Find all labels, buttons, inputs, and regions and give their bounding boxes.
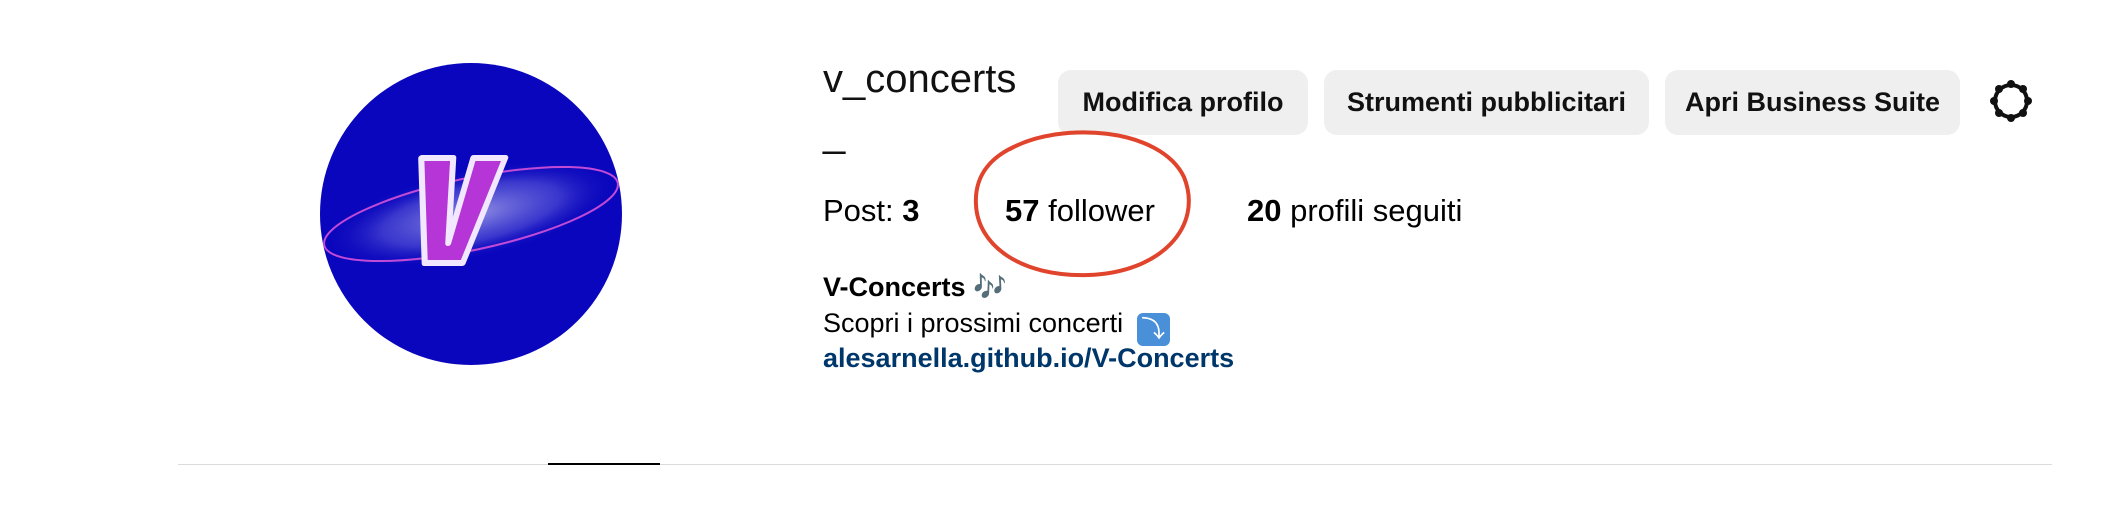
profile-avatar[interactable] xyxy=(320,63,622,365)
tabs-divider xyxy=(178,464,2052,465)
following-label: profili seguiti xyxy=(1290,193,1463,228)
ad-tools-button[interactable]: Strumenti pubblicitari xyxy=(1324,70,1649,135)
edit-profile-button[interactable]: Modifica profilo xyxy=(1058,70,1308,135)
following-link[interactable]: 20 profili seguiti xyxy=(1247,191,1462,231)
following-value: 20 xyxy=(1247,193,1282,228)
posts-value: 3 xyxy=(902,193,920,228)
posts-count: Post: 3 xyxy=(823,191,920,231)
bio-link[interactable]: alesarnella.github.io/V-Concerts xyxy=(823,340,1234,376)
gear-icon[interactable] xyxy=(1988,78,2034,124)
v-logo-icon xyxy=(323,155,619,268)
active-tab-indicator xyxy=(548,463,660,465)
highlight-circle-annotation xyxy=(973,130,1191,278)
posts-label: Post: xyxy=(823,193,894,228)
bio-name: V-Concerts 🎶 xyxy=(823,272,1007,302)
business-suite-button[interactable]: Apri Business Suite xyxy=(1665,70,1960,135)
bio-description-text: Scopri i prossimi concerti xyxy=(823,308,1124,338)
